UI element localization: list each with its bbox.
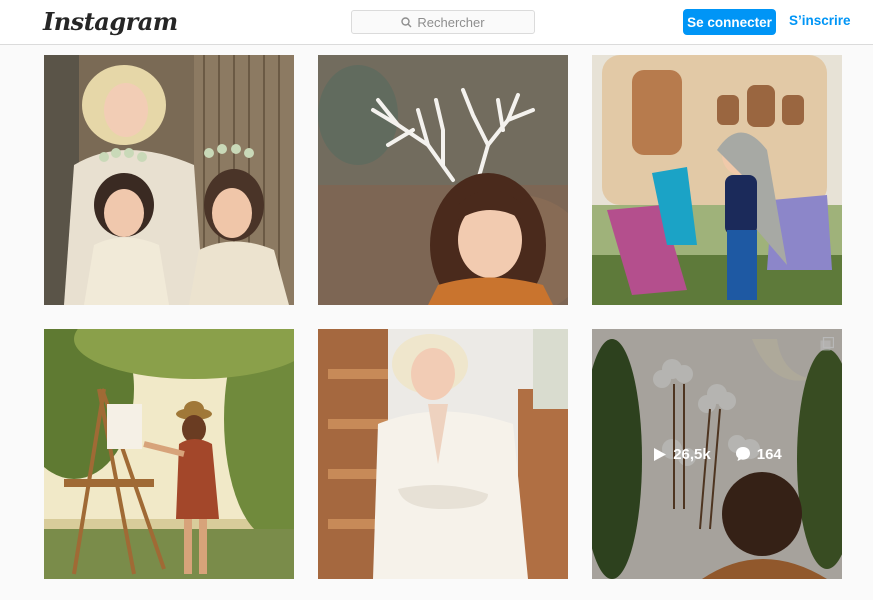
comments-count: 164 — [756, 445, 782, 463]
post-tile-4[interactable] — [44, 329, 294, 579]
post-image — [318, 55, 568, 305]
post-tile-3[interactable] — [592, 55, 842, 305]
post-tile-1[interactable] — [44, 55, 294, 305]
post-image — [44, 329, 294, 579]
post-image — [592, 55, 842, 305]
search-input[interactable]: Rechercher — [351, 10, 535, 34]
plays-count: 26,5k — [673, 445, 711, 463]
post-tile-6[interactable]: 26,5k 164 — [592, 329, 842, 579]
post-image — [318, 329, 568, 579]
play-icon — [654, 447, 667, 461]
post-tile-2[interactable] — [318, 55, 568, 305]
signup-link[interactable]: S’inscrire — [789, 13, 851, 28]
plays-stat: 26,5k — [652, 446, 711, 463]
post-image — [44, 55, 294, 305]
post-tile-5[interactable] — [318, 329, 568, 579]
instagram-logo[interactable]: Instagram — [43, 7, 178, 36]
top-navigation-bar: Instagram Rechercher Se connecter S’insc… — [0, 0, 873, 45]
search-icon — [401, 16, 412, 27]
post-hover-overlay: 26,5k 164 — [592, 329, 842, 579]
login-button[interactable]: Se connecter — [683, 9, 776, 35]
search-placeholder: Rechercher — [417, 14, 485, 30]
comments-stat: 164 — [735, 446, 782, 463]
comment-icon — [735, 447, 750, 461]
